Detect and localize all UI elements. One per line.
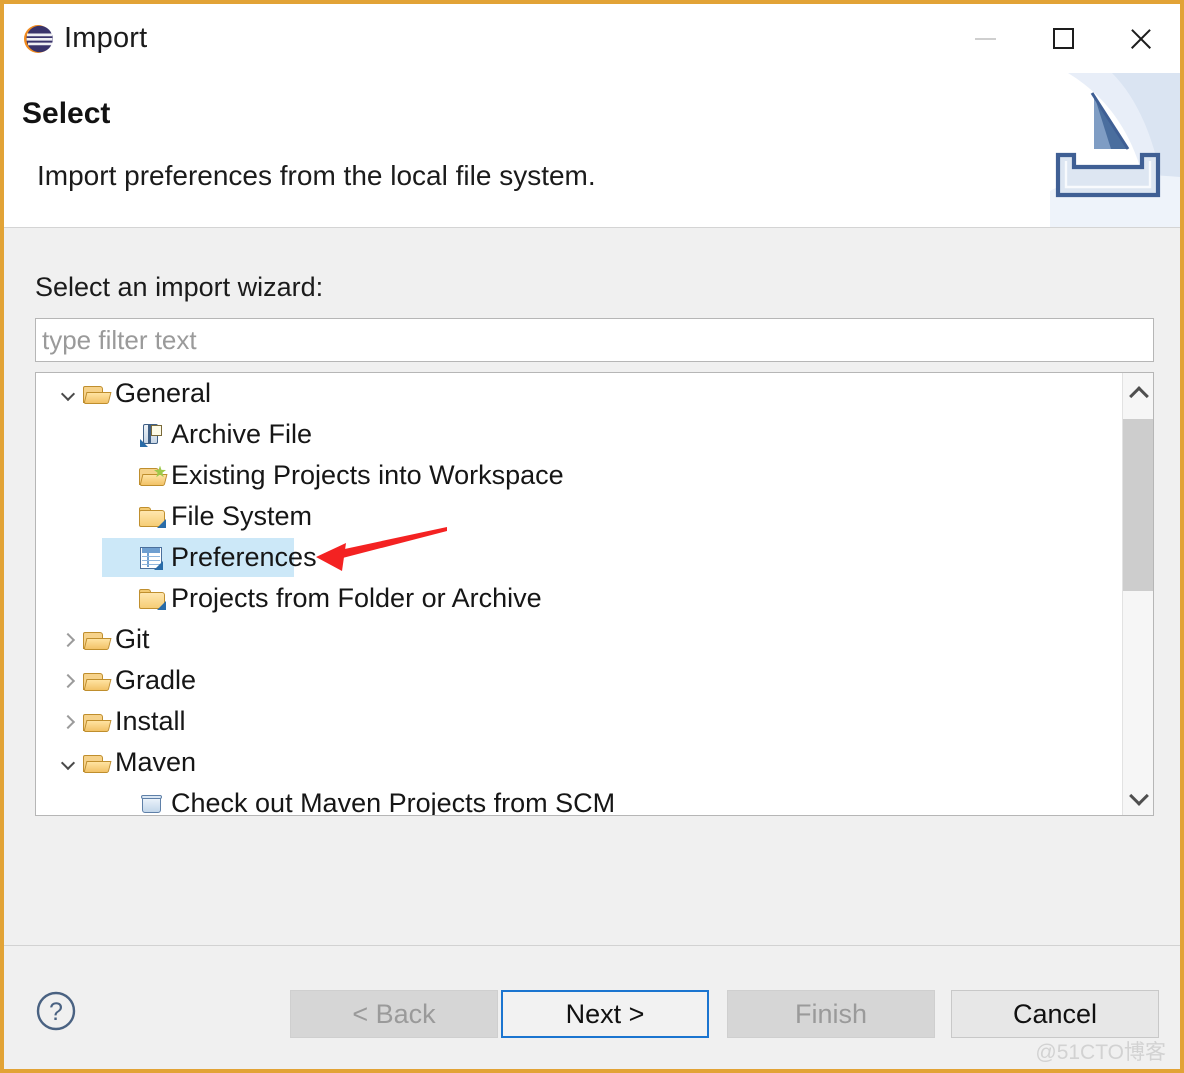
folder-closed-icon	[139, 506, 166, 528]
window-title: Import	[64, 22, 148, 54]
preferences-table-icon	[140, 546, 163, 570]
filter-input[interactable]	[35, 318, 1154, 362]
tree-expander[interactable]	[54, 387, 82, 400]
tree-item-archive-file[interactable]: Archive File	[36, 414, 1122, 455]
tree-expander[interactable]	[54, 715, 82, 728]
folder-open-star-icon	[139, 465, 168, 487]
tree-item-label: Projects from Folder or Archive	[171, 583, 542, 613]
scroll-down-button[interactable]	[1123, 773, 1153, 815]
tree-item-check-out-maven-projects-from-scm[interactable]: Check out Maven Projects from SCM	[36, 783, 1122, 815]
scroll-up-button[interactable]	[1123, 373, 1153, 415]
maven-checkout-icon	[141, 794, 163, 814]
close-button[interactable]	[1102, 4, 1180, 73]
import-wizard-dialog: Import Select Import preferences from th…	[0, 0, 1184, 1073]
title-bar-left: Import	[4, 22, 147, 55]
folder-open-icon	[83, 753, 112, 774]
chevron-right-icon	[62, 633, 75, 646]
import-wizard-tree[interactable]: General Archive File Existing Projects int…	[35, 372, 1154, 816]
help-button[interactable]: ?	[35, 990, 77, 1032]
tree-item-general[interactable]: General	[36, 373, 1122, 414]
tree-item-label: File System	[171, 501, 313, 531]
tree-item-label: Preferences	[171, 542, 317, 572]
watermark: @51CTO博客	[1035, 1041, 1166, 1064]
chevron-right-icon	[62, 715, 75, 728]
tree-item-label: Install	[115, 706, 186, 736]
chevron-down-icon	[1130, 786, 1146, 802]
folder-closed-icon	[139, 588, 166, 610]
tree-item-existing-projects-into-workspace[interactable]: Existing Projects into Workspace	[36, 455, 1122, 496]
tree-item-label: Check out Maven Projects from SCM	[171, 788, 616, 815]
chevron-down-icon	[62, 387, 75, 400]
tree-vertical-scrollbar[interactable]	[1122, 373, 1153, 815]
tree-scroll-area: General Archive File Existing Projects int…	[36, 373, 1122, 815]
tree-item-file-system[interactable]: File System	[36, 496, 1122, 537]
tree-item-install[interactable]: Install	[36, 701, 1122, 742]
import-tray-arrow-icon	[1028, 73, 1180, 227]
wizard-body: Select an import wizard: General Archive …	[4, 228, 1180, 945]
wizard-header: Select Import preferences from the local…	[4, 73, 1180, 228]
folder-open-icon	[83, 712, 112, 733]
scrollbar-thumb[interactable]	[1123, 419, 1153, 591]
tree-expander[interactable]	[54, 633, 82, 646]
help-icon-glyph: ?	[49, 998, 63, 1026]
close-icon	[1128, 26, 1154, 52]
wizard-footer: ? < Back Next > Finish Cancel @51CTO博客	[4, 945, 1180, 1069]
chevron-right-icon	[62, 674, 75, 687]
next-button[interactable]: Next >	[501, 990, 709, 1038]
minimize-icon	[974, 37, 996, 40]
window-controls	[946, 4, 1180, 73]
archive-file-icon	[140, 423, 164, 447]
tree-item-label: Maven	[115, 747, 197, 777]
folder-open-icon	[83, 630, 112, 651]
tree-item-maven[interactable]: Maven	[36, 742, 1122, 783]
maximize-icon	[1052, 28, 1074, 49]
title-bar: Import	[4, 4, 1180, 73]
finish-button[interactable]: Finish	[727, 990, 935, 1038]
tree-expander[interactable]	[54, 674, 82, 687]
folder-open-icon	[83, 671, 112, 692]
tree-item-label: General	[115, 378, 212, 408]
minimize-button[interactable]	[946, 4, 1024, 73]
chevron-down-icon	[62, 756, 75, 769]
tree-item-label: Git	[115, 624, 150, 654]
chevron-up-icon	[1130, 386, 1146, 402]
tree-item-gradle[interactable]: Gradle	[36, 660, 1122, 701]
tree-item-git[interactable]: Git	[36, 619, 1122, 660]
cancel-button[interactable]: Cancel	[951, 990, 1159, 1038]
tree-item-label: Archive File	[171, 419, 313, 449]
page-title: Select	[22, 97, 111, 130]
page-description: Import preferences from the local file s…	[37, 160, 596, 191]
back-button[interactable]: < Back	[290, 990, 498, 1038]
tree-item-label: Gradle	[115, 665, 197, 695]
maximize-button[interactable]	[1024, 4, 1102, 73]
tree-item-preferences[interactable]: Preferences	[36, 537, 1122, 578]
folder-open-icon	[83, 384, 112, 405]
tree-item-label: Existing Projects into Workspace	[171, 460, 564, 490]
tree-expander[interactable]	[54, 756, 82, 769]
eclipse-logo-icon	[22, 23, 54, 55]
select-wizard-label: Select an import wizard:	[35, 272, 324, 302]
tree-item-projects-from-folder-or-archive[interactable]: Projects from Folder or Archive	[36, 578, 1122, 619]
